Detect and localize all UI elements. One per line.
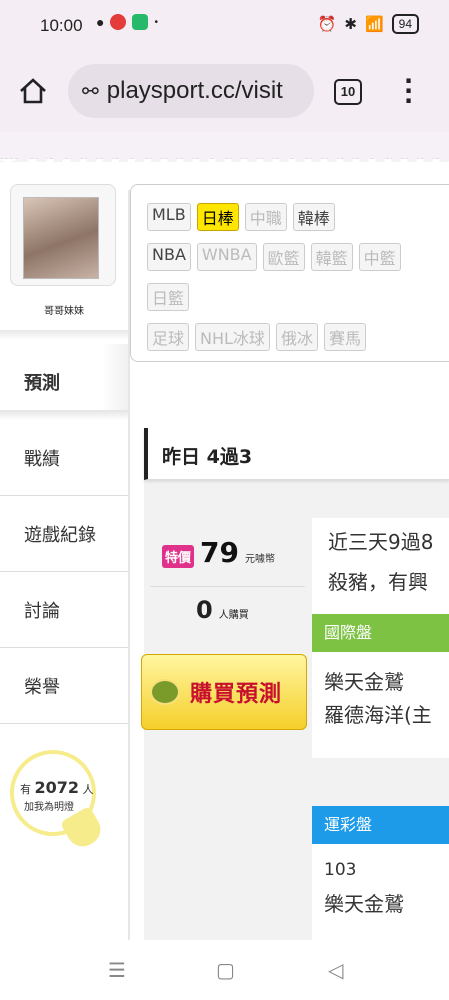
tag-khl[interactable]: 俄冰 <box>275 323 318 351</box>
chat-icon: ● <box>96 14 105 30</box>
browser-toolbar: ⚯ playsport.cc/visit 10 · · · <box>0 52 449 132</box>
buyers-unit: 人購買 <box>218 610 249 621</box>
overflow-menu-icon[interactable]: · · · <box>404 69 413 113</box>
status-bar: 10:00 ● • ⏰ ✱ 📶 94 <box>0 0 449 52</box>
description-line: 殺豬，有興 <box>328 570 428 594</box>
back-icon[interactable]: ◁ <box>328 958 343 982</box>
fans-count: 2072 <box>34 778 80 797</box>
address-bar[interactable]: ⚯ playsport.cc/visit <box>68 64 314 118</box>
price-amount: 79 <box>200 536 239 569</box>
notification-icons: ● • <box>96 14 158 30</box>
sports-lottery-body: 103 樂天金鷲 <box>312 844 449 940</box>
tag-wnba[interactable]: WNBA <box>196 243 257 271</box>
sports-lottery-header: 運彩盤 <box>312 806 449 844</box>
tag-row: NBA WNBA 歐籃 韓籃 中籃 <box>147 243 401 271</box>
battery-icon: 94 <box>391 14 419 34</box>
special-price-badge: 特價 <box>162 545 195 568</box>
tag-korea-basketball[interactable]: 韓籃 <box>310 243 353 271</box>
tag-nhl[interactable]: NHL冰球 <box>195 323 270 351</box>
nav-item-discussion[interactable]: 討論 <box>0 572 128 648</box>
green-app-icon <box>132 14 149 30</box>
description-line: 近三天9過8 <box>328 530 434 554</box>
league-tags: MLB 日棒 中職 韓棒 NBA WNBA 歐籃 韓籃 中籃 日籃 足球 NHL… <box>130 184 449 362</box>
fans-count-text: 有 2072 人 <box>20 778 94 797</box>
tab-switcher-button[interactable]: 10 <box>334 79 362 105</box>
international-odds-body: 樂天金鷲 羅德海洋(主 <box>312 652 449 758</box>
tag-nba[interactable]: NBA <box>147 243 191 271</box>
fans-lightbulb[interactable]: 有 2072 人 加我為明燈 <box>10 750 110 870</box>
team-name: 樂天金鷲 <box>324 670 404 694</box>
team-name: 樂天金鷲 <box>324 892 404 916</box>
url-text: playsport.cc/visit <box>106 77 283 104</box>
nav-item-honors[interactable]: 榮譽 <box>0 648 128 724</box>
decorative-lace-edge <box>0 148 449 162</box>
site-settings-icon[interactable]: ⚯ <box>82 79 99 104</box>
international-odds-header: 國際盤 <box>312 614 449 652</box>
alarm-icon: ⏰ <box>317 16 337 33</box>
game-number: 103 <box>324 860 357 880</box>
buyers-number: 0 <box>196 596 213 624</box>
tag-npb[interactable]: 日棒 <box>196 203 239 231</box>
price-row: 特價 79 元噱幣 <box>162 536 275 569</box>
red-app-icon <box>110 14 127 30</box>
tag-row: 日籃 <box>147 283 190 311</box>
sports-lottery-panel: 運彩盤 103 樂天金鷲 <box>312 806 449 940</box>
buy-prediction-label: 購買預測 <box>190 682 283 707</box>
avatar-frame <box>10 184 116 286</box>
status-right: ⏰ ✱ 📶 94 <box>318 14 419 34</box>
tag-euro-basketball[interactable]: 歐籃 <box>262 243 305 271</box>
divider <box>150 586 305 587</box>
avatar[interactable] <box>23 197 99 279</box>
record-text: 昨日 4過3 <box>162 446 253 468</box>
divider <box>0 410 128 420</box>
signal-icon: 📶 <box>364 16 384 33</box>
tag-row: 足球 NHL冰球 俄冰 賽馬 <box>147 323 366 351</box>
tag-horse-racing[interactable]: 賽馬 <box>323 323 366 351</box>
prediction-description: 近三天9過8 殺豬，有興 <box>312 518 449 618</box>
buy-prediction-button[interactable]: 購買預測 <box>141 654 307 730</box>
sidebar: 哥哥妹妹 預測 戰績 遊戲紀錄 討論 榮譽 有 2072 人 加我為明燈 <box>0 170 128 940</box>
tag-mlb[interactable]: MLB <box>147 203 191 231</box>
bluetooth-icon: ✱ <box>344 16 357 33</box>
nav-item-record[interactable]: 戰績 <box>0 420 128 496</box>
price-unit: 元噱幣 <box>244 554 275 565</box>
username: 哥哥妹妹 <box>44 306 84 317</box>
system-nav-bar: ☰ ▢ ◁ <box>0 940 449 1000</box>
home-icon[interactable] <box>18 76 48 106</box>
tag-row: MLB 日棒 中職 韓棒 <box>147 203 335 231</box>
recents-icon[interactable]: ☰ <box>108 958 126 982</box>
tag-cpbl[interactable]: 中職 <box>244 203 287 231</box>
tag-soccer[interactable]: 足球 <box>147 323 190 351</box>
coin-icon <box>150 679 180 705</box>
tag-china-basketball[interactable]: 中籃 <box>358 243 401 271</box>
more-dot-icon: • <box>154 16 158 28</box>
nav-item-game-history[interactable]: 遊戲紀錄 <box>0 496 128 572</box>
nav-item-predictions[interactable]: 預測 <box>0 344 128 420</box>
divider <box>0 330 128 340</box>
fans-sub-text: 加我為明燈 <box>24 802 74 813</box>
team-name: 羅德海洋(主 <box>324 703 432 727</box>
home-nav-icon[interactable]: ▢ <box>216 958 235 982</box>
international-odds-panel: 國際盤 樂天金鷲 羅德海洋(主 <box>312 614 449 758</box>
buyers-count: 0 人購買 <box>196 596 249 624</box>
record-bar: 昨日 4過3 <box>144 428 449 480</box>
status-time: 10:00 <box>40 16 83 35</box>
tag-kbo[interactable]: 韓棒 <box>292 203 335 231</box>
tag-japan-basketball[interactable]: 日籃 <box>147 283 190 311</box>
